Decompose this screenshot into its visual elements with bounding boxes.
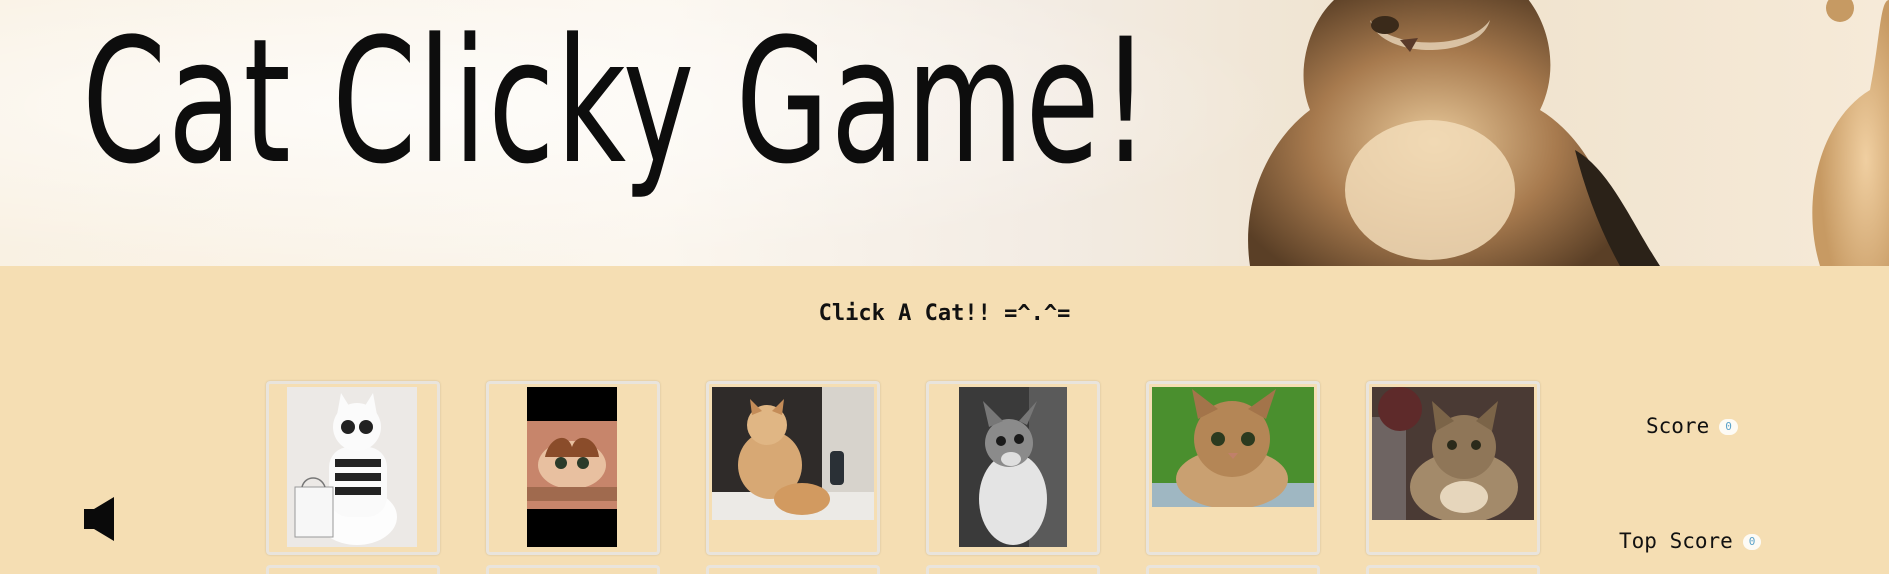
cat-card-next-row[interactable] [1146,565,1320,574]
score-badge: 0 [1719,419,1738,435]
header-cat-photo [1248,0,1889,266]
cat-card-next-row[interactable] [486,565,660,574]
tabby-cat-on-grass-image [1152,387,1314,507]
cat-card-tabby-room[interactable] [1366,381,1540,555]
score-display: Score 0 [1646,414,1738,438]
tabby-cat-indoors-image [1372,387,1534,520]
cat-card-fluffy[interactable] [706,381,880,555]
cat-card-next-row[interactable] [926,565,1100,574]
black-white-cat-looking-up-image [959,387,1067,547]
top-score-label: Top Score [1619,529,1733,553]
top-score-display: Top Score 0 [1619,529,1762,553]
cat-card-peeking[interactable] [486,381,660,555]
cat-card-tabby-grass[interactable] [1146,381,1320,555]
cat-card-next-row[interactable] [706,565,880,574]
score-label: Score [1646,414,1710,438]
cat-card-next-row[interactable] [1366,565,1540,574]
instructions-text: Click A Cat!! =^.^= [818,301,1071,326]
top-score-badge: 0 [1742,534,1762,550]
fluffy-ginger-cat-image [712,387,874,520]
speaker-icon[interactable] [84,497,118,541]
white-cat-with-sunglasses-image [287,387,417,547]
cat-card-bw[interactable] [926,381,1100,555]
page-title: Cat Clicky Game! [82,1,1152,202]
cat-card-next-row[interactable] [266,565,440,574]
cat-card-sunglasses[interactable] [266,381,440,555]
calico-cat-peeking-image [527,387,617,547]
header-banner: Cat Clicky Game! [0,0,1889,266]
